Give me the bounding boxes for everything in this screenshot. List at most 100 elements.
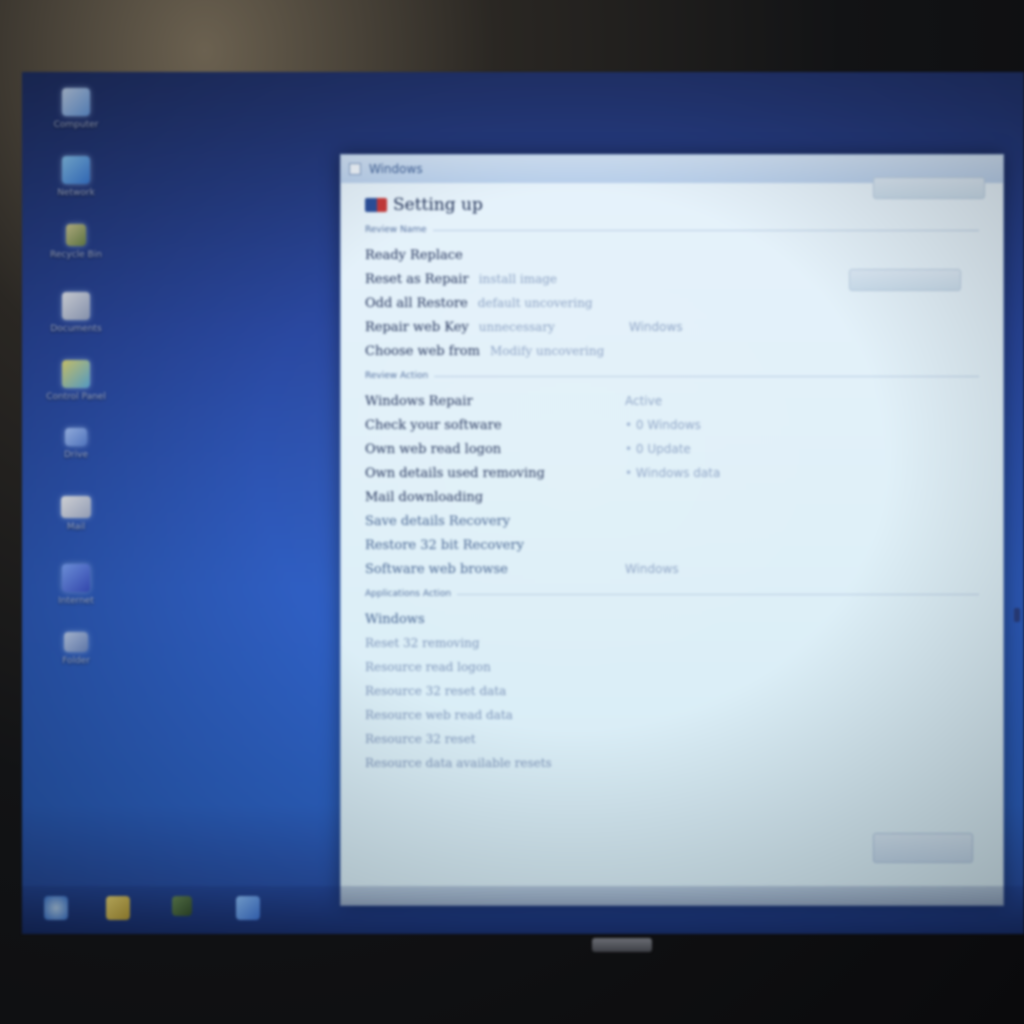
desktop-icon-label: Documents — [50, 324, 102, 334]
option-row[interactable]: Ready Replace — [365, 243, 979, 267]
desktop-icon-label: Folder — [62, 656, 90, 666]
desktop-icon-drive[interactable]: Drive — [36, 428, 116, 496]
option-detail: unnecessary — [478, 320, 555, 334]
option-row[interactable]: Repair web Key unnecessary Windows — [365, 315, 979, 339]
option-label: Choose web from — [365, 343, 480, 359]
section-header-review: Review Name — [365, 225, 979, 235]
option-label: Reset as Repair — [365, 271, 469, 287]
option-label: Resource web read data — [365, 708, 513, 722]
option-label: Restore 32 bit Recovery — [365, 537, 524, 553]
mail-icon — [61, 496, 91, 518]
desktop-icon-label: Internet — [58, 596, 94, 606]
section-header-applications: Applications Action — [365, 589, 979, 599]
shortcut-icon — [65, 428, 87, 446]
option-row[interactable]: Save details Recovery — [365, 509, 979, 533]
option-label: Resource read logon — [365, 660, 491, 674]
option-row[interactable]: Own web read logon 0 Update — [365, 437, 979, 461]
browser-icon — [62, 564, 90, 592]
option-label: Ready Replace — [365, 247, 463, 263]
option-row[interactable]: Resource read logon — [365, 655, 979, 679]
desktop-icon-control-panel[interactable]: Control Panel — [36, 360, 116, 428]
option-row[interactable]: Check your software 0 Windows — [365, 413, 979, 437]
taskbar-app-icon[interactable] — [236, 896, 260, 920]
desktop-icon-label: Computer — [53, 120, 99, 130]
option-row[interactable]: Choose web from Modify uncovering — [365, 339, 979, 363]
option-label: Check your software — [365, 417, 502, 433]
scroll-edge-marker — [1014, 608, 1020, 622]
option-row[interactable]: Windows — [365, 607, 979, 631]
section-header-text: Applications Action — [365, 589, 452, 599]
option-detail: Modify uncovering — [489, 344, 605, 358]
option-label: Windows Repair — [365, 393, 473, 409]
desktop-icon-label: Network — [57, 188, 95, 198]
desktop-icon-mail[interactable]: Mail — [36, 496, 116, 564]
desktop-screen: Computer Network Recycle Bin Documents C… — [22, 72, 1024, 934]
option-value: 0 Windows — [625, 418, 701, 432]
window-title: Windows — [369, 162, 423, 176]
control-panel-icon — [62, 360, 90, 388]
option-label: Own web read logon — [365, 441, 502, 457]
option-row[interactable]: Software web browse Windows — [365, 557, 979, 581]
option-detail: install image — [478, 272, 558, 286]
section-divider — [457, 593, 979, 595]
option-label: Resource data available resets — [365, 756, 552, 770]
desktop-icon-recycle-bin[interactable]: Recycle Bin — [36, 224, 116, 292]
option-label: Mail downloading — [365, 489, 484, 505]
option-row[interactable]: Own details used removing Windows data — [365, 461, 979, 485]
option-value: Windows data — [625, 466, 720, 480]
option-label: Own details used removing — [365, 465, 545, 481]
taskbar-media-icon[interactable] — [172, 896, 192, 916]
option-value: Windows — [629, 320, 683, 334]
option-label: Windows — [365, 611, 425, 627]
taskbar — [22, 886, 1024, 934]
option-row[interactable]: Resource 32 reset data — [365, 679, 979, 703]
taskbar-folder-icon[interactable] — [106, 896, 130, 920]
option-row[interactable]: Odd all Restore default uncovering — [365, 291, 979, 315]
option-row[interactable]: Resource 32 reset — [365, 727, 979, 751]
desktop-icon-internet[interactable]: Internet — [36, 564, 116, 632]
start-button-icon[interactable] — [44, 896, 68, 920]
option-value: 0 Update — [625, 442, 691, 456]
section-divider — [434, 375, 979, 377]
option-row[interactable]: Reset 32 removing — [365, 631, 979, 655]
section-header-text: Review Name — [365, 225, 427, 235]
option-row[interactable]: Resource data available resets — [365, 751, 979, 775]
section-header-action: Review Action — [365, 177, 985, 381]
ok-button[interactable] — [873, 833, 973, 863]
option-value: Active — [625, 394, 663, 408]
option-action-button[interactable] — [849, 269, 961, 291]
desktop-icon-column: Computer Network Recycle Bin Documents C… — [36, 88, 116, 700]
option-label: Repair web Key — [365, 319, 469, 335]
settings-window: Windows Setting up Review Name Ready Rep… — [340, 154, 1004, 906]
page-title: Setting up — [393, 195, 483, 215]
section-action-button[interactable] — [873, 177, 985, 199]
option-row[interactable]: Resource web read data — [365, 703, 979, 727]
option-value: Windows — [625, 562, 679, 576]
option-label: Odd all Restore — [365, 295, 468, 311]
desktop-icon-label: Recycle Bin — [50, 250, 102, 260]
desktop-icon-folder[interactable]: Folder — [36, 632, 116, 700]
option-detail: default uncovering — [477, 296, 593, 310]
document-icon — [62, 292, 90, 320]
monitor-brand-logo — [592, 938, 652, 952]
desktop-icon-network[interactable]: Network — [36, 156, 116, 224]
network-icon — [62, 156, 90, 184]
desktop-icon-computer[interactable]: Computer — [36, 88, 116, 156]
option-row[interactable]: Reset as Repair install image — [365, 267, 979, 291]
window-content: Setting up Review Name Ready Replace Res… — [341, 177, 1003, 903]
folder-icon — [64, 632, 88, 652]
desktop-icon-label: Mail — [66, 522, 86, 532]
option-row[interactable]: Restore 32 bit Recovery — [365, 533, 979, 557]
window-app-icon — [349, 163, 361, 175]
option-row[interactable]: Windows Repair Active — [365, 389, 979, 413]
desktop-icon-label: Drive — [64, 450, 88, 460]
desktop-icon-documents[interactable]: Documents — [36, 292, 116, 360]
section-divider — [432, 229, 979, 231]
option-label: Reset 32 removing — [365, 636, 480, 650]
computer-icon — [62, 88, 90, 116]
option-label: Software web browse — [365, 561, 508, 577]
option-label: Resource 32 reset data — [365, 684, 507, 698]
option-row[interactable]: Mail downloading — [365, 485, 979, 509]
settings-icon — [365, 198, 387, 212]
section-header-text: Review Action — [365, 371, 429, 381]
